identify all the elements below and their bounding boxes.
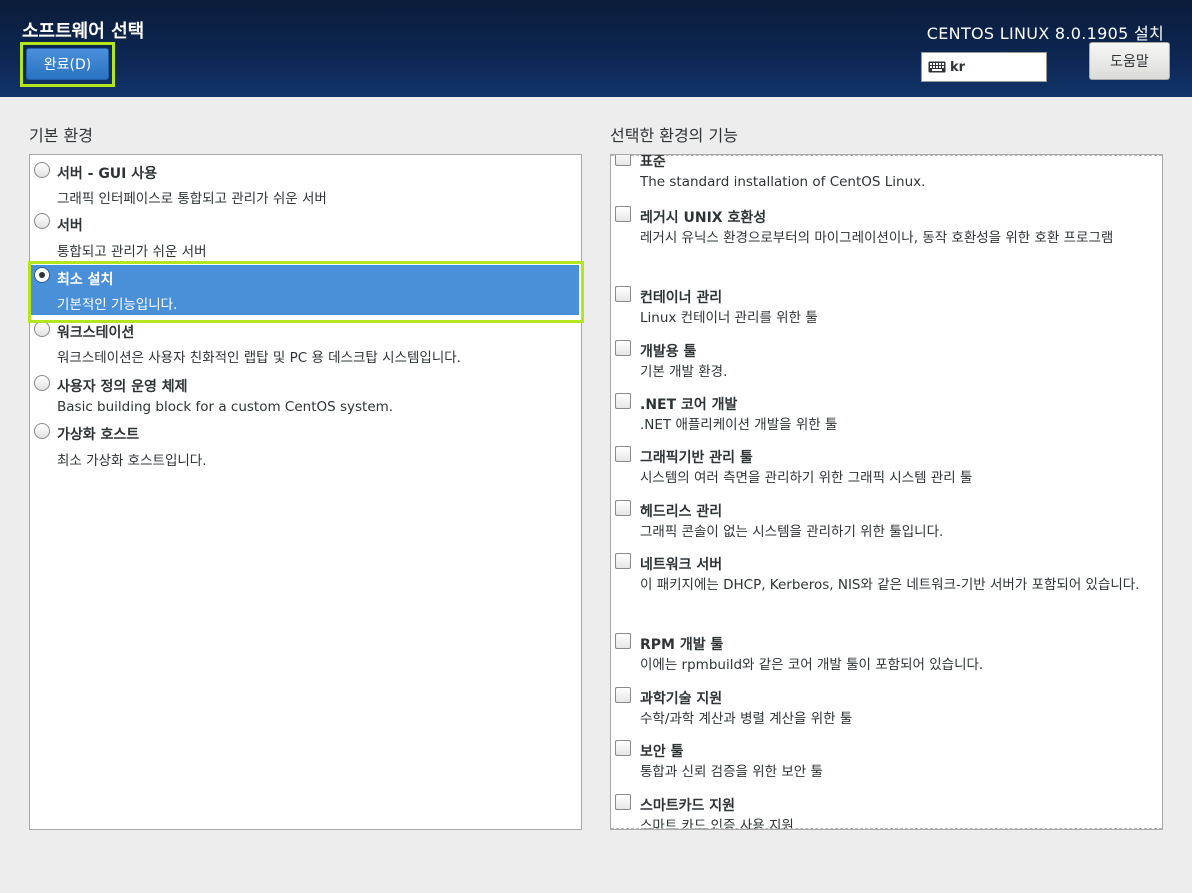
addon-name: 표준 (640, 154, 666, 170)
page-title: 소프트웨어 선택 (22, 21, 145, 42)
checkbox[interactable] (615, 340, 631, 356)
env-name: 가상화 호스트 (57, 427, 140, 443)
env-item-virtualization-host[interactable]: 가상화 호스트 최소 가상화 호스트입니다. (30, 419, 579, 473)
addon-item-dotnet-core[interactable]: .NET 코어 개발 .NET 애플리케이션 개발을 위한 툴 (611, 390, 1161, 442)
addons-label: 선택한 환경의 기능 (610, 126, 738, 145)
addon-item-standard[interactable]: 표준 The standard installation of CentOS L… (611, 154, 1161, 199)
radio-button[interactable] (34, 162, 50, 178)
addon-name: 네트워크 서버 (640, 557, 723, 573)
scroll-edge-bottom (611, 828, 1162, 829)
env-description: Basic building block for a custom CentOS… (57, 399, 394, 415)
addon-description: 레거시 유닉스 환경으로부터의 마이그레이션이나, 동작 호환성을 위한 호환 … (640, 230, 1114, 246)
addon-name: 스마트카드 지원 (640, 798, 736, 814)
env-name: 서버 - GUI 사용 (57, 166, 158, 182)
addon-description: 시스템의 여러 측면을 관리하기 위한 그래픽 시스템 관리 툴 (640, 470, 973, 486)
addon-name: RPM 개발 툴 (640, 637, 724, 653)
addon-description: The standard installation of CentOS Linu… (640, 174, 926, 190)
env-description: 그래픽 인터페이스로 통합되고 관리가 쉬운 서버 (57, 191, 327, 207)
header-bar: 소프트웨어 선택 완료(D) CENTOS LINUX 8.0.1905 설치 … (0, 0, 1192, 97)
checkbox[interactable] (615, 687, 631, 703)
addon-item-graphical-admin-tools[interactable]: 그래픽기반 관리 툴 시스템의 여러 측면을 관리하기 위한 그래픽 시스템 관… (611, 443, 1161, 495)
checkbox[interactable] (615, 500, 631, 516)
addon-item-development-tools[interactable]: 개발용 툴 기본 개발 환경. (611, 337, 1161, 389)
addon-description: .NET 애플리케이션 개발을 위한 툴 (640, 417, 838, 433)
addon-name: 레거시 UNIX 호환성 (640, 210, 767, 226)
env-name: 최소 설치 (57, 272, 114, 288)
addon-description: 통합과 신뢰 검증을 위한 보안 툴 (640, 764, 823, 780)
addon-description: 이 패키지에는 DHCP, Kerberos, NIS와 같은 네트워크-기반 … (640, 577, 1140, 593)
addons-list[interactable]: 표준 The standard installation of CentOS L… (610, 154, 1163, 830)
addon-item-security-tools[interactable]: 보안 툴 통합과 신뢰 검증을 위한 보안 툴 (611, 737, 1161, 789)
addon-name: .NET 코어 개발 (640, 397, 738, 413)
addon-name: 그래픽기반 관리 툴 (640, 450, 753, 466)
env-description: 통합되고 관리가 쉬운 서버 (57, 244, 207, 260)
addon-item-container-management[interactable]: 컨테이너 관리 Linux 컨테이너 관리를 위한 툴 (611, 283, 1161, 335)
addon-description: 이에는 rpmbuild와 같은 코어 개발 툴이 포함되어 있습니다. (640, 657, 984, 673)
env-description: 최소 가상화 호스트입니다. (57, 453, 207, 469)
checkbox[interactable] (615, 286, 631, 302)
env-description: 워크스테이션은 사용자 친화적인 랩탑 및 PC 용 데스크탑 시스템입니다. (57, 350, 461, 366)
env-name: 서버 (57, 218, 83, 234)
addon-item-smart-card-support[interactable]: 스마트카드 지원 스마트 카드 인증 사용 지원 (611, 791, 1161, 829)
addon-name: 보안 툴 (640, 744, 684, 760)
addon-item-network-servers[interactable]: 네트워크 서버 이 패키지에는 DHCP, Kerberos, NIS와 같은 … (611, 550, 1161, 628)
addon-name: 과학기술 지원 (640, 691, 723, 707)
env-item-custom-os[interactable]: 사용자 정의 운영 체제 Basic building block for a … (30, 369, 579, 419)
radio-button[interactable] (34, 321, 50, 337)
checkbox[interactable] (615, 446, 631, 462)
checkbox[interactable] (615, 633, 631, 649)
checkbox[interactable] (615, 206, 631, 222)
addon-item-headless-management[interactable]: 헤드리스 관리 그래픽 콘솔이 없는 시스템을 관리하기 위한 툴입니다. (611, 497, 1161, 549)
env-name: 워크스테이션 (57, 325, 135, 341)
env-item-minimal[interactable]: 최소 설치 기본적인 기능입니다. (30, 265, 579, 315)
addon-item-rpm-development-tools[interactable]: RPM 개발 툴 이에는 rpmbuild와 같은 코어 개발 툴이 포함되어 … (611, 630, 1161, 682)
keyboard-icon (928, 61, 946, 73)
base-environment-label: 기본 환경 (29, 126, 93, 145)
env-name: 사용자 정의 운영 체제 (57, 379, 188, 395)
env-item-server[interactable]: 서버 통합되고 관리가 쉬운 서버 (30, 207, 579, 261)
radio-button[interactable] (34, 213, 50, 229)
addon-name: 개발용 툴 (640, 344, 697, 360)
radio-button[interactable] (34, 375, 50, 391)
done-button[interactable]: 완료(D) (26, 48, 109, 80)
checkbox[interactable] (615, 155, 631, 166)
addon-description: Linux 컨테이너 관리를 위한 툴 (640, 310, 818, 326)
checkbox[interactable] (615, 740, 631, 756)
checkbox[interactable] (615, 794, 631, 810)
addon-description: 기본 개발 환경. (640, 364, 728, 380)
checkbox[interactable] (615, 393, 631, 409)
addon-description: 수학/과학 계산과 병렬 계산을 위한 툴 (640, 711, 853, 727)
addon-item-scientific-support[interactable]: 과학기술 지원 수학/과학 계산과 병렬 계산을 위한 툴 (611, 684, 1161, 736)
help-button[interactable]: 도움말 (1089, 42, 1170, 80)
product-title: CENTOS LINUX 8.0.1905 설치 (926, 24, 1164, 43)
env-item-server-gui[interactable]: 서버 - GUI 사용 그래픽 인터페이스로 통합되고 관리가 쉬운 서버 (30, 155, 579, 207)
env-item-workstation[interactable]: 워크스테이션 워크스테이션은 사용자 친화적인 랩탑 및 PC 용 데스크탑 시… (30, 315, 579, 369)
keyboard-layout-label: kr (950, 59, 966, 75)
addon-name: 헤드리스 관리 (640, 504, 723, 520)
radio-button[interactable] (34, 423, 50, 439)
addon-name: 컨테이너 관리 (640, 290, 723, 306)
keyboard-layout-indicator[interactable]: kr (921, 52, 1047, 82)
checkbox[interactable] (615, 553, 631, 569)
radio-button-selected[interactable] (34, 267, 50, 283)
addon-description: 그래픽 콘솔이 없는 시스템을 관리하기 위한 툴입니다. (640, 524, 944, 540)
base-environment-list: 서버 - GUI 사용 그래픽 인터페이스로 통합되고 관리가 쉬운 서버 서버… (29, 154, 582, 830)
addon-item-legacy-unix[interactable]: 레거시 UNIX 호환성 레거시 유닉스 환경으로부터의 마이그레이션이나, 동… (611, 203, 1161, 281)
env-description: 기본적인 기능입니다. (57, 297, 178, 313)
